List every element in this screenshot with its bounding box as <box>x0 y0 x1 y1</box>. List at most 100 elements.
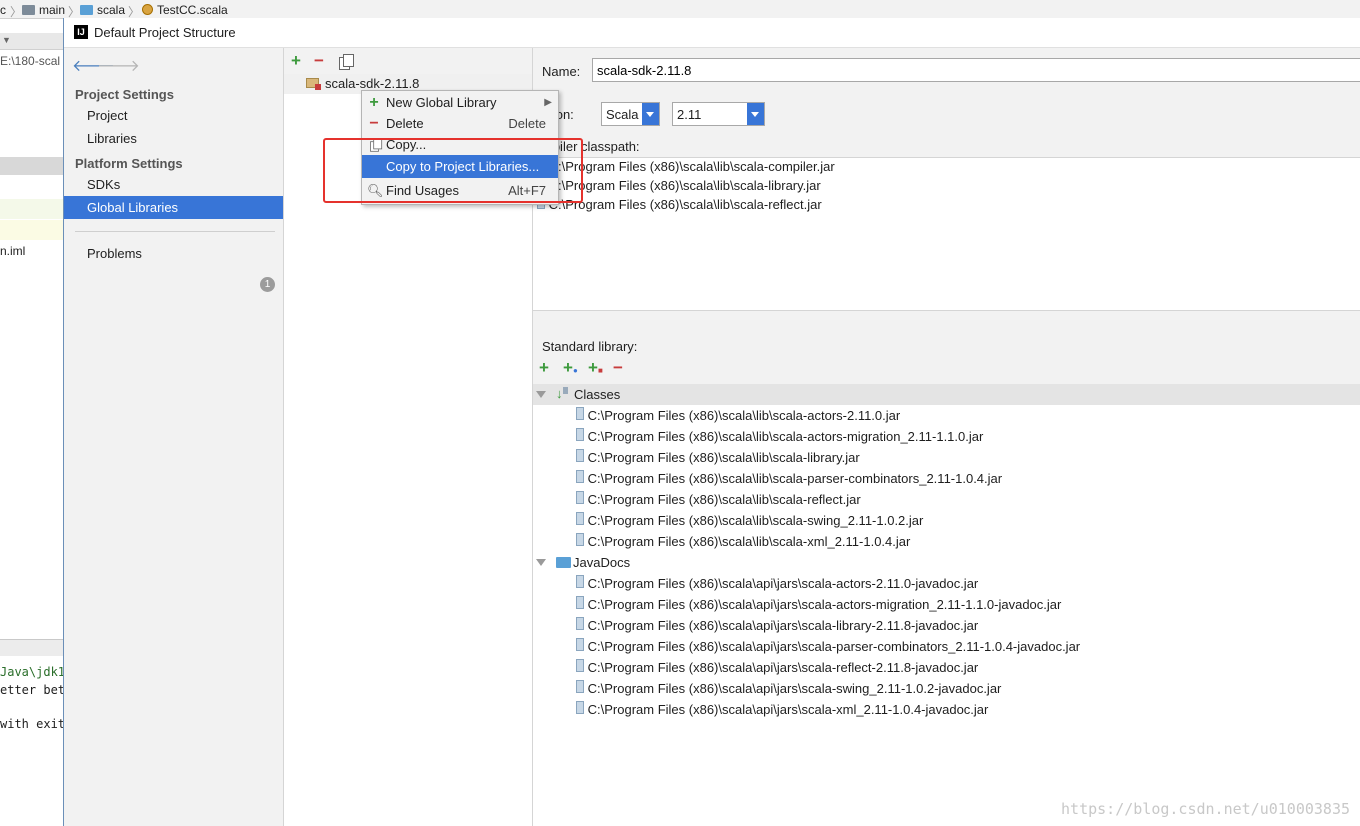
list-item[interactable]: C:\Program Files (x86)\scala\lib\scala-a… <box>576 406 900 426</box>
folder-icon <box>80 5 93 15</box>
add-with-settings-icon[interactable]: +● <box>563 358 578 378</box>
standard-library-label: Standard library: <box>542 339 638 354</box>
add-icon[interactable]: + <box>539 358 549 378</box>
library-list-toolbar: + − <box>284 48 532 74</box>
settings-nav-panel: 🡐 🡒 Project Settings Project Libraries P… <box>64 48 284 826</box>
background-path-text: E:\180-scal <box>0 54 61 68</box>
add-jar-icon[interactable]: +■ <box>588 358 603 378</box>
background-project-panel: ▼ E:\180-scal n.iml Java\jdk1 etter bett… <box>0 19 64 826</box>
menu-item-delete[interactable]: − Delete Delete <box>362 113 558 134</box>
jar-file-icon <box>576 533 584 546</box>
language-select-value: Scala <box>606 107 639 122</box>
list-item[interactable]: C:\Program Files (x86)\scala\lib\scala-a… <box>576 427 983 447</box>
nav-item-global-libraries[interactable]: Global Libraries <box>64 196 283 219</box>
breadcrumb-item[interactable]: main <box>22 3 65 17</box>
jar-file-icon <box>576 680 584 693</box>
list-item[interactable]: C:\Program Files (x86)\scala\api\jars\sc… <box>576 595 1061 615</box>
dialog-title: Default Project Structure <box>94 25 236 40</box>
list-item[interactable]: C:\Program Files (x86)\scala\lib\scala-l… <box>576 448 860 468</box>
library-name-input[interactable] <box>592 58 1360 82</box>
language-select[interactable]: Scala <box>601 102 660 126</box>
list-item[interactable]: C:\Program Files (x86)\scala\api\jars\sc… <box>576 637 1080 657</box>
standard-library-toolbar: + +● +■ − <box>533 358 1360 382</box>
background-toolbar: ▼ <box>0 33 63 50</box>
list-item[interactable]: C:\Program Files (x86)\scala\lib\scala-p… <box>576 469 1002 489</box>
nav-item-project[interactable]: Project <box>64 104 283 127</box>
jar-file-icon <box>576 701 584 714</box>
breadcrumb: c 〉 main 〉 scala 〉 TestCC.scala <box>0 0 1360 19</box>
background-file-text: n.iml <box>0 244 26 258</box>
add-icon: + <box>369 94 379 111</box>
breadcrumb-item[interactable]: c <box>0 3 6 17</box>
chevron-down-icon[interactable] <box>642 103 659 125</box>
version-select[interactable]: 2.11 <box>672 102 765 126</box>
caret-down-icon: ▼ <box>2 35 11 45</box>
forward-arrow-icon[interactable]: 🡒 <box>97 55 140 76</box>
menu-item-new-global-library[interactable]: + New Global Library ▶ <box>362 92 558 113</box>
divider <box>75 231 275 232</box>
platform-settings-header: Platform Settings <box>75 156 183 171</box>
breadcrumb-item[interactable]: TestCC.scala <box>142 3 228 17</box>
list-item[interactable]: C:\Program Files (x86)\scala\lib\scala-s… <box>576 511 923 531</box>
jar-file-icon <box>576 638 584 651</box>
project-structure-dialog: IJ Default Project Structure 🡐 🡒 Project… <box>63 18 1360 826</box>
folder-icon <box>22 5 35 15</box>
jar-file-icon <box>576 449 584 462</box>
console-line: with exit <box>0 717 64 731</box>
nav-item-libraries[interactable]: Libraries <box>64 127 283 150</box>
compiler-classpath-list: C:\Program Files (x86)\scala\lib\scala-c… <box>533 157 1360 311</box>
jar-file-icon <box>576 617 584 630</box>
copy-icon[interactable] <box>339 54 354 73</box>
javadocs-icon <box>556 557 571 568</box>
intellij-logo-icon: IJ <box>74 25 88 39</box>
library-icon <box>306 78 321 90</box>
remove-icon[interactable]: − <box>314 51 324 71</box>
expand-arrow-icon[interactable] <box>536 559 546 566</box>
background-highlight-row <box>0 220 63 240</box>
chevron-right-icon: 〉 <box>10 5 23 19</box>
background-selected-row <box>0 157 63 175</box>
library-details-panel: Name: rsion: Scala 2.11 mpiler classpath… <box>533 48 1360 826</box>
breadcrumb-item[interactable]: scala <box>80 3 125 17</box>
dialog-titlebar[interactable]: IJ Default Project Structure <box>64 18 1360 48</box>
console-line: Java\jdk1 <box>0 665 64 679</box>
watermark: https://blog.csdn.net/u010003835 <box>1061 800 1350 818</box>
nav-item-problems[interactable]: Problems <box>64 242 283 265</box>
list-item[interactable]: C:\Program Files (x86)\scala\api\jars\sc… <box>576 574 978 594</box>
expand-arrow-icon[interactable] <box>536 391 546 398</box>
jar-file-icon <box>576 470 584 483</box>
jar-file-icon <box>576 659 584 672</box>
problems-count-badge: 1 <box>260 277 275 292</box>
list-item[interactable]: C:\Program Files (x86)\scala\api\jars\sc… <box>576 679 1001 699</box>
list-item[interactable]: C:\Program Files (x86)\scala\api\jars\sc… <box>576 616 978 636</box>
classes-icon: ↓ <box>556 387 568 402</box>
remove-icon[interactable]: − <box>613 358 623 378</box>
submenu-arrow-icon: ▶ <box>544 97 552 108</box>
console-line: etter bett <box>0 683 63 697</box>
jar-file-icon <box>576 575 584 588</box>
background-highlight-row <box>0 199 63 219</box>
library-name: scala-sdk-2.11.8 <box>325 76 420 91</box>
background-console-header <box>0 640 63 656</box>
list-item[interactable]: C:\Program Files (x86)\scala\api\jars\sc… <box>576 700 988 720</box>
scala-file-icon <box>142 4 153 15</box>
list-item[interactable]: C:\Program Files (x86)\scala\lib\scala-x… <box>576 532 910 552</box>
jar-file-icon <box>576 428 584 441</box>
list-item[interactable]: C:\Program Files (x86)\scala\api\jars\sc… <box>576 658 978 678</box>
jar-file-icon <box>576 596 584 609</box>
chevron-down-icon[interactable] <box>747 103 764 125</box>
standard-library-tree: ↓ Classes C:\Program Files (x86)\scala\l… <box>533 384 1360 826</box>
add-icon[interactable]: + <box>291 51 301 71</box>
jar-file-icon <box>576 512 584 525</box>
jar-file-icon <box>576 491 584 504</box>
jar-file-icon <box>576 407 584 420</box>
remove-icon: − <box>369 115 379 132</box>
version-select-value: 2.11 <box>677 107 702 122</box>
list-item[interactable]: C:\Program Files (x86)\scala\lib\scala-r… <box>576 490 861 510</box>
project-settings-header: Project Settings <box>75 87 174 102</box>
tree-node-classes[interactable]: ↓ Classes <box>533 384 1360 405</box>
annotation-highlight-box <box>323 138 583 203</box>
nav-item-sdks[interactable]: SDKs <box>64 173 283 196</box>
name-label: Name: <box>542 64 581 79</box>
tree-node-javadocs[interactable]: JavaDocs <box>533 552 1360 573</box>
